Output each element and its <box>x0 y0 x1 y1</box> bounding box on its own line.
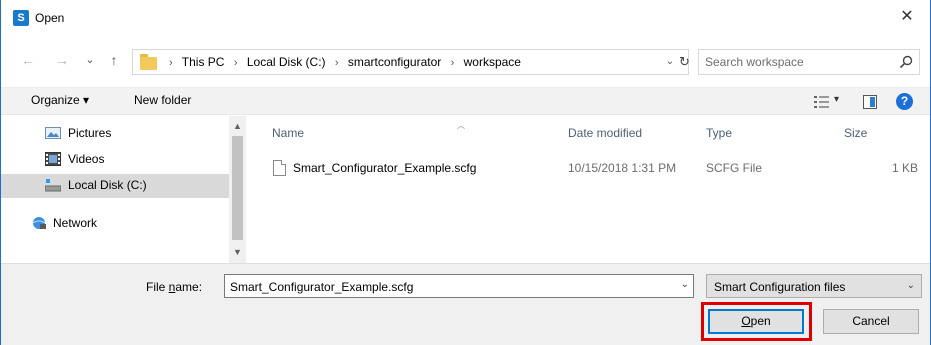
up-arrow-icon: ↑ <box>110 52 118 68</box>
column-header-size[interactable]: Size <box>844 126 867 140</box>
title-bar: S Open ✕ <box>1 0 930 36</box>
sidebar-item-network[interactable]: Network <box>1 212 229 236</box>
chevron-down-icon[interactable]: ⌄ <box>681 279 689 290</box>
sidebar-item-videos[interactable]: Videos <box>1 148 229 172</box>
search-icon <box>899 55 913 69</box>
breadcrumb-separator-icon: › <box>334 57 339 69</box>
network-icon <box>32 217 46 229</box>
refresh-icon: ↻ <box>679 54 690 69</box>
local-disk-icon <box>45 179 61 192</box>
close-button[interactable]: ✕ <box>884 0 930 34</box>
search-input[interactable] <box>705 53 885 71</box>
cancel-button[interactable]: Cancel <box>823 309 919 334</box>
file-icon <box>273 160 286 176</box>
back-arrow-icon: ← <box>21 52 35 68</box>
file-list: Name ︿ Date modified Type Size Smart_Con… <box>247 116 930 263</box>
file-date-modified: 10/15/2018 1:31 PM <box>568 161 677 175</box>
breadcrumb: › This PC › Local Disk (C:) › smartconfi… <box>163 50 521 74</box>
view-options-icon <box>814 96 829 108</box>
up-button[interactable]: ↑ <box>105 50 123 70</box>
column-header-date-modified[interactable]: Date modified <box>568 126 642 140</box>
breadcrumb-smartconfigurator[interactable]: smartconfigurator <box>348 55 441 69</box>
close-icon: ✕ <box>900 8 914 25</box>
navigation-row: ← → ⌄ ↑ › This PC › Local Disk (C:) › sm… <box>1 44 930 78</box>
file-type: SCFG File <box>706 161 763 175</box>
file-type-filter-select[interactable]: Smart Configuration files ⌄ <box>706 274 922 298</box>
breadcrumb-separator-icon: › <box>169 57 173 69</box>
breadcrumb-separator-icon: › <box>450 57 455 69</box>
open-button[interactable]: Open <box>708 309 804 334</box>
refresh-button[interactable]: ↻ <box>679 50 690 74</box>
file-name-input[interactable]: Smart_Configurator_Example.scfg <box>230 280 413 294</box>
chevron-down-icon: ▾ <box>834 94 840 105</box>
sort-ascending-icon: ︿ <box>457 121 465 130</box>
new-folder-button[interactable]: New folder <box>134 93 191 107</box>
preview-pane-button[interactable] <box>863 95 877 109</box>
chevron-down-icon: ⌄ <box>85 54 95 66</box>
sidebar-item-label: Videos <box>68 152 105 166</box>
scroll-down-button[interactable]: ▼ <box>229 244 246 260</box>
forward-button[interactable]: → <box>53 50 71 70</box>
organize-button[interactable]: Organize ▾ <box>31 93 89 107</box>
videos-icon <box>45 152 61 166</box>
breadcrumb-separator-icon: › <box>233 57 238 69</box>
file-name: Smart_Configurator_Example.scfg <box>293 161 477 175</box>
open-dialog: S Open ✕ ← → ⌄ ↑ › This PC › Local Disk … <box>0 0 931 345</box>
sidebar-item-label: Network <box>53 216 98 230</box>
help-icon: ? <box>900 94 909 108</box>
column-header-type[interactable]: Type <box>706 126 732 140</box>
help-button[interactable]: ? <box>896 93 913 110</box>
sidebar-item-label: Pictures <box>68 126 112 140</box>
toolbar: Organize ▾ New folder ▾ ? <box>1 87 930 115</box>
app-icon: S <box>13 10 29 26</box>
navigation-pane: Pictures Videos Local Disk (C:) Network … <box>1 116 247 263</box>
dialog-footer: File name: Smart_Configurator_Example.sc… <box>1 263 930 345</box>
file-name-label: File name: <box>146 280 203 294</box>
scroll-up-button[interactable]: ▲ <box>229 118 246 134</box>
file-type-filter-value: Smart Configuration files <box>714 280 846 294</box>
breadcrumb-this-pc[interactable]: This PC <box>182 55 225 69</box>
column-header-name[interactable]: Name ︿ <box>272 121 465 140</box>
breadcrumb-local-disk[interactable]: Local Disk (C:) <box>247 55 326 69</box>
scrollbar-thumb[interactable] <box>232 136 243 240</box>
chevron-down-icon: ⌄ <box>665 56 675 67</box>
column-label: Name <box>272 126 305 140</box>
search-box[interactable] <box>698 49 920 75</box>
back-button[interactable]: ← <box>19 50 37 70</box>
sidebar-item-pictures[interactable]: Pictures <box>1 122 229 146</box>
forward-arrow-icon: → <box>55 52 69 68</box>
recent-locations-button[interactable]: ⌄ <box>81 50 99 70</box>
table-row[interactable]: Smart_Configurator_Example.scfg 10/15/20… <box>267 156 922 178</box>
sidebar-item-label: Local Disk (C:) <box>68 178 147 192</box>
window-title: Open <box>35 11 65 25</box>
sidebar-item-local-disk[interactable]: Local Disk (C:) <box>1 174 229 198</box>
breadcrumb-workspace[interactable]: workspace <box>464 55 521 69</box>
folder-icon <box>140 54 157 70</box>
pictures-icon <box>45 127 61 139</box>
file-name-combobox[interactable]: Smart_Configurator_Example.scfg ⌄ <box>224 274 694 298</box>
file-size: 1 KB <box>892 161 919 175</box>
navigation-pane-scrollbar[interactable]: ▲ ▼ <box>229 116 246 263</box>
address-bar[interactable]: › This PC › Local Disk (C:) › smartconfi… <box>132 49 690 75</box>
chevron-down-icon: ▼ <box>233 247 242 257</box>
change-view-button[interactable]: ▾ <box>814 94 844 110</box>
chevron-up-icon: ▲ <box>233 121 242 131</box>
address-dropdown-button[interactable]: ⌄ <box>663 50 677 74</box>
chevron-down-icon: ⌄ <box>906 280 915 291</box>
